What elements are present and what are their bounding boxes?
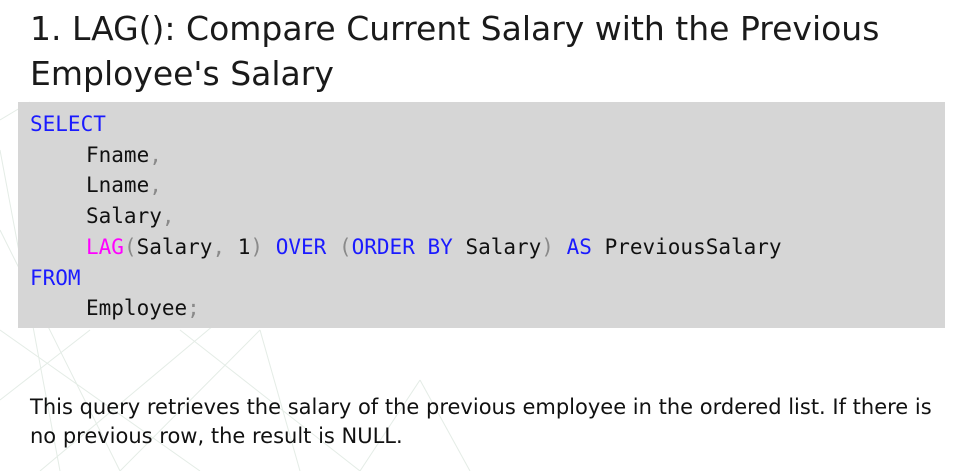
open-paren: ( [123, 235, 137, 259]
keyword-order-by: ORDER BY [351, 235, 453, 259]
comma: , [149, 173, 162, 197]
table-name: Employee [86, 296, 188, 320]
code-line-5: LAG(Salary, 1) OVER (ORDER BY Salary) AS… [30, 232, 782, 262]
keyword-select: SELECT [30, 112, 106, 136]
code-line-2: Fname, [30, 140, 162, 170]
comma: , [161, 204, 175, 228]
close-paren: ) [250, 235, 264, 259]
keyword-over: OVER [275, 235, 327, 259]
slide: 1. LAG(): Compare Current Salary with th… [0, 0, 955, 471]
order-column: Salary [465, 235, 542, 259]
code-line-6: FROM [30, 263, 81, 293]
slide-title: 1. LAG(): Compare Current Salary with th… [30, 9, 880, 93]
keyword-as: AS [566, 235, 592, 259]
column-salary: Salary [86, 204, 162, 228]
code-line-3: Lname, [30, 170, 162, 200]
column-fname: Fname [86, 143, 150, 167]
sql-code-block: SELECT Fname, Lname, Salary, LAG(Salary,… [18, 102, 945, 328]
comma: , [212, 235, 226, 259]
code-line-4: Salary, [30, 201, 175, 231]
description-text: This query retrieves the salary of the p… [30, 395, 932, 448]
code-line-7: Employee; [30, 293, 200, 323]
lag-offset: 1 [237, 235, 251, 259]
close-paren: ) [541, 235, 554, 259]
comma: , [149, 143, 162, 167]
function-lag: LAG [86, 235, 124, 259]
keyword-from: FROM [30, 266, 81, 290]
column-lname: Lname [86, 173, 150, 197]
semicolon: ; [187, 296, 200, 320]
code-line-1: SELECT [30, 109, 106, 139]
column-alias: PreviousSalary [604, 235, 782, 259]
lag-arg-salary: Salary [136, 235, 213, 259]
open-paren: ( [338, 235, 352, 259]
